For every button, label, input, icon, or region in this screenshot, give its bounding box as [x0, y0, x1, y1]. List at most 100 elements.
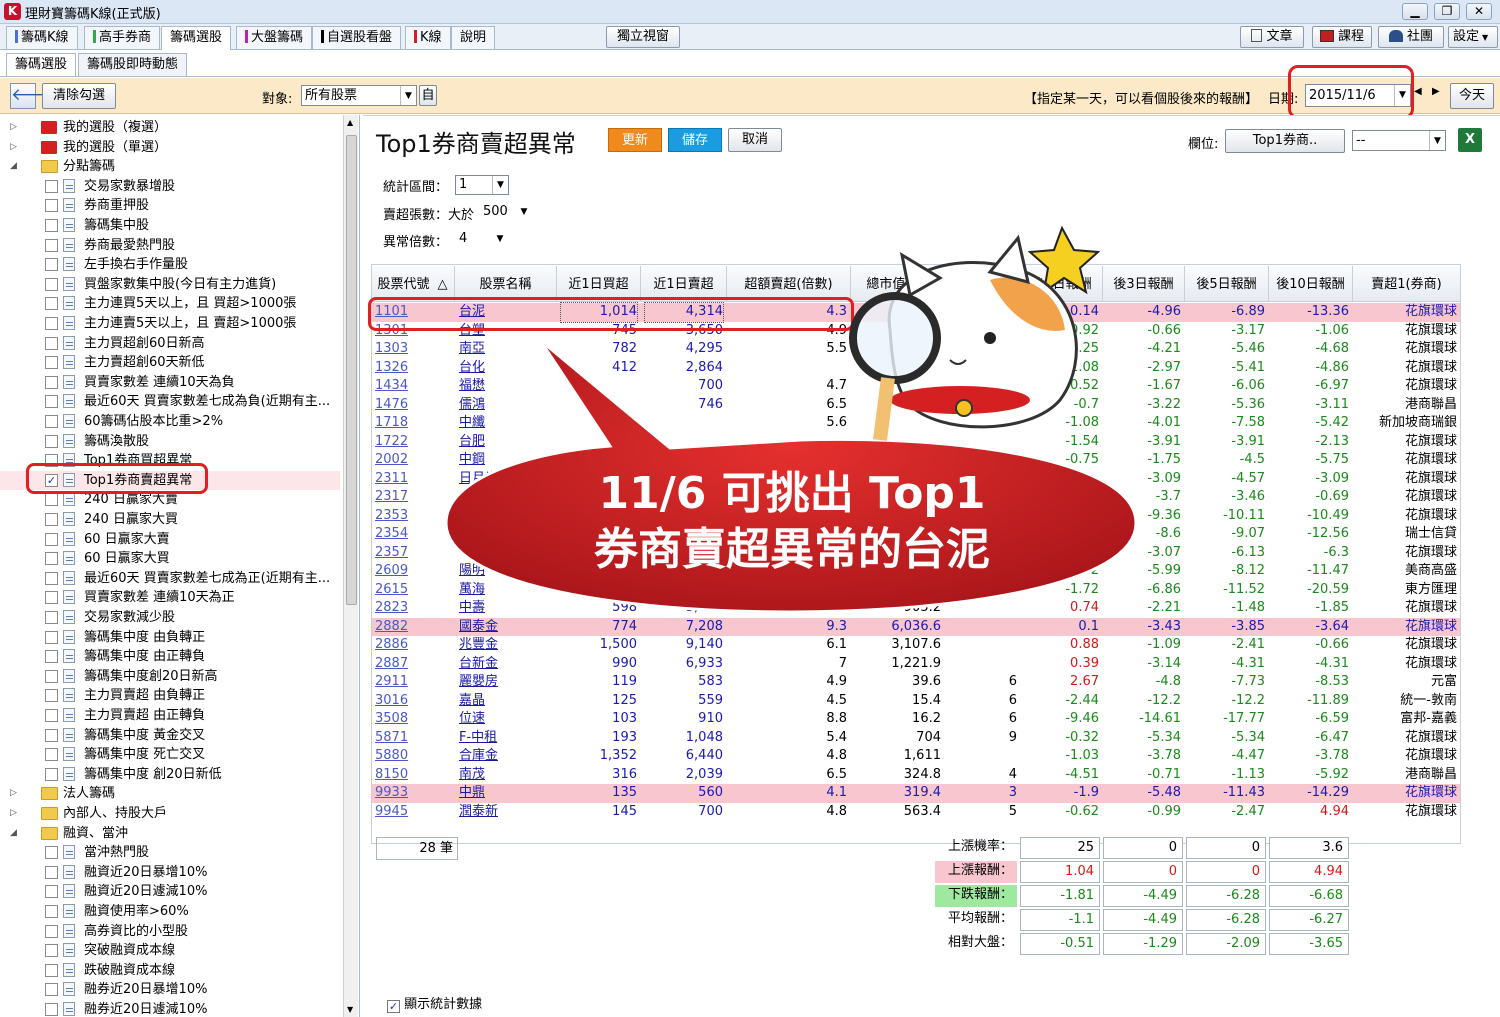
checkbox[interactable] — [45, 767, 58, 781]
cell-code[interactable]: 2887 — [375, 655, 451, 674]
table-row[interactable]: 2911 麗嬰房 119 583 4.9 39.6 6 2.67 -4.8 -7.73 -8.53 元… — [371, 673, 1461, 692]
tree-leaf-item[interactable]: 融資使用率>60% — [0, 902, 340, 922]
tree-leaf-item[interactable]: 主力連賣5天以上，且 賣超>1000張 — [0, 314, 340, 334]
checkbox[interactable] — [45, 748, 58, 762]
sell-volume-select[interactable]: 500 ▼ — [479, 202, 533, 222]
tree-leaf-item[interactable]: 主力賣超創60天新低 — [0, 353, 340, 373]
tree-leaf-item[interactable]: 籌碼集中度 黃金交叉 — [0, 726, 340, 746]
checkbox[interactable] — [45, 650, 58, 664]
checkbox[interactable] — [45, 669, 58, 683]
checkbox[interactable] — [45, 375, 58, 389]
multiple-select[interactable]: 4 ▼ — [455, 229, 509, 249]
cell-code[interactable]: 3508 — [375, 710, 451, 729]
scroll-up-icon[interactable]: ▲ — [347, 118, 353, 127]
cell-code[interactable]: 2882 — [375, 618, 451, 637]
tree-leaf-item[interactable]: 買賣家數差 連續10天為負 — [0, 373, 340, 393]
minimize-button[interactable]: ▁ — [1402, 3, 1428, 20]
tree-leaf-item[interactable]: 交易家數減少股 — [0, 608, 340, 628]
tree-leaf-item[interactable]: 高券資比的小型股 — [0, 922, 340, 942]
table-row[interactable]: 9933 中鼎 135 560 4.1 319.4 3 -1.9 -5.48 -11.43 -14.… — [371, 784, 1461, 803]
tab-kline[interactable]: K線 — [405, 26, 451, 49]
period-select[interactable]: 1 ▼ — [455, 175, 509, 195]
checkbox[interactable] — [45, 179, 58, 193]
checkbox[interactable] — [45, 611, 58, 624]
prev-day-icon[interactable]: ◀ — [1414, 86, 1422, 97]
subtab-chip-screener[interactable]: 籌碼選股 — [6, 53, 77, 76]
tree-leaf-item[interactable]: 融券近20日遽減10% — [0, 1000, 340, 1017]
tree-leaf-item[interactable]: 交易家數暴增股 — [0, 177, 340, 197]
subtab-realtime[interactable]: 籌碼股即時動態 — [78, 53, 188, 76]
table-row[interactable]: 5871 F-中租 193 1,048 5.4 704 9 -0.32 -5.34 -5.34 -6… — [371, 729, 1461, 748]
target-select[interactable]: 所有股票 ▼ — [301, 85, 417, 106]
checkbox[interactable] — [45, 277, 58, 291]
tree-leaf-item[interactable]: 籌碼集中度創20日新高 — [0, 667, 340, 687]
checkbox[interactable] — [45, 963, 58, 977]
checkbox[interactable] — [45, 885, 58, 899]
tree-leaf-item[interactable]: 主力連買5天以上，且 買超>1000張 — [0, 294, 340, 314]
tree-leaf-item[interactable]: 買盤家數集中股(今日有主力進貨) — [0, 275, 340, 295]
tree-leaf-item[interactable]: 券商重押股 — [0, 196, 340, 216]
table-row[interactable]: 2887 台新金 990 6,933 7 1,221.9 0.39 -3.14 -4.31 -4.… — [371, 655, 1461, 674]
checkbox[interactable] — [45, 199, 58, 213]
expand-arrow-icon[interactable]: ▷ — [10, 138, 17, 157]
tree-leaf-item[interactable]: 籌碼集中度 創20日新低 — [0, 765, 340, 785]
course-button[interactable]: 課程 — [1312, 26, 1372, 48]
checkbox[interactable] — [45, 434, 58, 448]
cell-code[interactable]: 9945 — [375, 803, 451, 822]
today-button[interactable]: 今天 — [1450, 83, 1494, 109]
checkbox[interactable] — [45, 238, 58, 252]
cancel-button[interactable]: 取消 — [728, 128, 782, 152]
back-arrow-icon[interactable]: 🡐 — [10, 83, 57, 109]
tree-leaf-item[interactable]: 籌碼集中度 死亡交叉 — [0, 745, 340, 765]
cell-name[interactable]: 嘉晶 — [459, 692, 553, 711]
cell-name[interactable]: 南茂 — [459, 766, 553, 785]
table-row[interactable]: 2882 國泰金 774 7,208 9.3 6,036.6 0.1 -3.43 -3.85 -3… — [371, 617, 1461, 637]
tree-leaf-item[interactable]: 最近60天 買賣家數差七成為負(近期有主... — [0, 392, 340, 412]
cell-code[interactable]: 3016 — [375, 692, 451, 711]
tree-leaf-item[interactable]: 券商最愛熱門股 — [0, 236, 340, 256]
checkbox[interactable] — [45, 905, 58, 918]
checkbox[interactable] — [45, 297, 58, 311]
maximize-button[interactable]: ❐ — [1434, 3, 1460, 20]
tree-leaf-item[interactable]: 60 日贏家大買 — [0, 549, 340, 569]
scroll-thumb[interactable] — [346, 135, 357, 605]
checkbox[interactable] — [45, 395, 58, 409]
checkbox[interactable] — [45, 532, 58, 546]
clear-selection-button[interactable]: 清除勾選 — [42, 83, 116, 109]
excel-export-icon[interactable]: X — [1458, 128, 1482, 152]
collapse-arrow-icon[interactable]: ◢ — [10, 824, 17, 843]
cell-name[interactable]: 麗嬰房 — [459, 673, 553, 692]
cell-name[interactable]: 合庫金 — [459, 747, 553, 766]
tree-folder-item[interactable]: ▷ 我的選股（複選） — [0, 118, 340, 138]
table-row[interactable]: 9945 潤泰新 145 700 4.8 563.4 5 -0.62 -0.99 -2.47 4.9… — [371, 803, 1461, 822]
article-button[interactable]: 文章 — [1240, 26, 1304, 48]
table-row[interactable]: 8150 南茂 316 2,039 6.5 324.8 4 -4.51 -0.71 -1.13 -5… — [371, 766, 1461, 785]
checkbox[interactable] — [45, 493, 58, 507]
tree-leaf-item[interactable]: 當沖熱門股 — [0, 843, 340, 863]
checkbox[interactable] — [45, 258, 58, 272]
checkbox[interactable] — [45, 571, 58, 585]
checkbox[interactable] — [45, 944, 58, 958]
tree-leaf-item[interactable]: 主力買賣超 由負轉正 — [0, 686, 340, 706]
tree-leaf-item[interactable]: 左手換右手作量股 — [0, 255, 340, 275]
column-button[interactable]: Top1券商.. — [1225, 129, 1345, 153]
column-header[interactable]: 後3日報酬 — [1103, 266, 1185, 302]
checkbox[interactable] — [45, 336, 58, 350]
tab-chip-screener[interactable]: 籌碼選股 — [161, 26, 232, 50]
table-row[interactable]: 2886 兆豐金 1,500 9,140 6.1 3,107.6 0.88 -1.09 -2.4… — [371, 636, 1461, 655]
expand-arrow-icon[interactable]: ▷ — [10, 784, 17, 803]
tree-leaf-item[interactable]: 突破融資成本線 — [0, 941, 340, 961]
cell-name[interactable]: 潤泰新 — [459, 803, 553, 822]
tree-leaf-item[interactable]: 60籌碼佔股本比重>2% — [0, 412, 340, 432]
scroll-down-icon[interactable]: ▼ — [347, 1005, 353, 1014]
cell-name[interactable]: F-中租 — [459, 729, 553, 748]
cell-code[interactable]: 5880 — [375, 747, 451, 766]
cell-code[interactable]: 8150 — [375, 766, 451, 785]
column-header[interactable]: 後10日報酬 — [1269, 266, 1353, 302]
tab-top-brokers[interactable]: 高手券商 — [84, 26, 161, 49]
floating-window-button[interactable]: 獨立視窗 — [606, 26, 680, 48]
tab-watchlist[interactable]: 自選股看盤 — [312, 26, 402, 49]
tree-scrollbar[interactable]: ▲ ▼ — [343, 115, 358, 1017]
next-day-icon[interactable]: ▶ — [1432, 86, 1440, 97]
cell-name[interactable]: 中鼎 — [459, 784, 553, 803]
